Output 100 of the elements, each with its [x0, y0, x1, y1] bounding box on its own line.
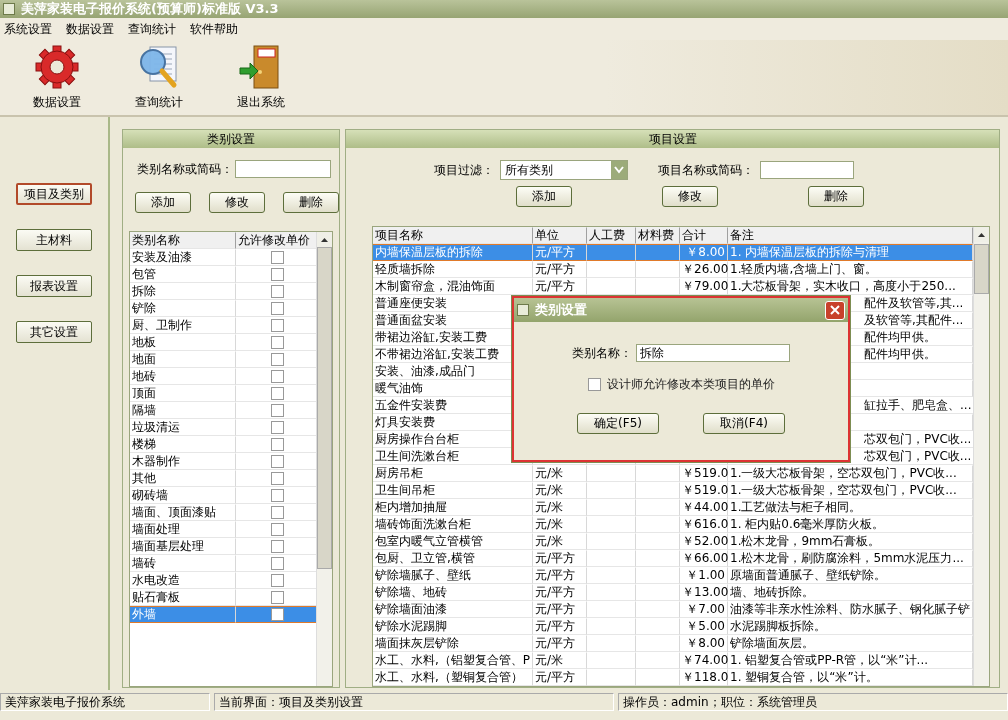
checkbox[interactable]	[271, 285, 284, 298]
table-cell	[587, 499, 636, 516]
checkbox[interactable]	[271, 268, 284, 281]
table-cell[interactable]: 铲除墙面油漆	[373, 601, 533, 618]
window-title: 美萍家装电子报价系统(预算师)标准版 V3.3	[21, 0, 279, 18]
table-cell[interactable]: 包管	[130, 266, 236, 283]
table-cell	[636, 635, 680, 652]
table-cell: 元/平方	[533, 261, 587, 278]
filter-dropdown[interactable]: 所有类别	[500, 160, 628, 180]
table-cell[interactable]: 水电改造	[130, 572, 236, 589]
category-name-field[interactable]: 拆除	[636, 344, 790, 362]
project-search-field[interactable]	[760, 161, 854, 179]
checkbox[interactable]	[271, 421, 284, 434]
toolbar-button[interactable]: 退出系统	[230, 44, 292, 115]
table-cell[interactable]: 墙面基层处理	[130, 538, 236, 555]
table-cell[interactable]: 水工、水料,（铝塑复合管、P	[373, 652, 533, 669]
up-arrow-icon[interactable]	[321, 237, 328, 242]
checkbox[interactable]	[271, 608, 284, 621]
nav-button[interactable]: 项目及类别	[16, 183, 92, 205]
nav-button[interactable]: 其它设置	[16, 321, 92, 343]
table-cell[interactable]: 地砖	[130, 368, 236, 385]
table-cell[interactable]: 包厨、卫立管,横管	[373, 550, 533, 567]
checkbox[interactable]	[271, 540, 284, 553]
status-text: 操作员：admin；职位：系统管理员	[618, 693, 1008, 711]
table-cell[interactable]: 轻质墙拆除	[373, 261, 533, 278]
checkbox[interactable]	[271, 302, 284, 315]
menu-item[interactable]: 软件帮助	[190, 20, 238, 38]
table-cell: 1. 塑铜复合管，以“米”计。	[728, 669, 973, 686]
table-cell[interactable]: 砌砖墙	[130, 487, 236, 504]
table-cell[interactable]: 包室内暖气立管横管	[373, 533, 533, 550]
system-menu-icon[interactable]	[3, 3, 15, 15]
action-button[interactable]: 修改	[209, 192, 265, 213]
table-cell[interactable]: 柜内增加抽屉	[373, 499, 533, 516]
table-cell[interactable]: 墙面处理	[130, 521, 236, 538]
checkbox[interactable]	[271, 404, 284, 417]
scrollbar-thumb[interactable]	[974, 244, 989, 294]
nav-button[interactable]: 主材料	[16, 229, 92, 251]
table-cell[interactable]: 厨房吊柜	[373, 465, 533, 482]
table-cell[interactable]: 地板	[130, 334, 236, 351]
table-cell	[587, 261, 636, 278]
checkbox[interactable]	[271, 455, 284, 468]
action-button[interactable]: 添加	[516, 186, 572, 207]
system-menu-icon[interactable]	[517, 304, 529, 316]
action-button[interactable]: 修改	[662, 186, 718, 207]
checkbox[interactable]	[271, 591, 284, 604]
table-cell: 元/米	[533, 533, 587, 550]
toolbar-button[interactable]: 查询统计	[128, 44, 190, 115]
checkbox[interactable]	[271, 251, 284, 264]
scrollbar[interactable]	[316, 232, 332, 686]
scrollbar-thumb[interactable]	[317, 247, 332, 569]
field-label: 项目名称或简码：	[658, 161, 754, 179]
action-button[interactable]: 删除	[808, 186, 864, 207]
table-cell[interactable]: 隔墙	[130, 402, 236, 419]
scrollbar[interactable]	[973, 227, 989, 686]
table-cell: 铲除墙面灰层。	[728, 635, 973, 652]
checkbox[interactable]	[271, 336, 284, 349]
checkbox[interactable]	[271, 557, 284, 570]
checkbox[interactable]	[271, 574, 284, 587]
toolbar-button[interactable]: 数据设置	[26, 44, 88, 115]
table-cell[interactable]: 墙砖	[130, 555, 236, 572]
table-cell[interactable]: 卫生间吊柜	[373, 482, 533, 499]
menu-item[interactable]: 数据设置	[66, 20, 114, 38]
checkbox[interactable]	[271, 319, 284, 332]
table-cell[interactable]: 墙砖饰面洗漱台柜	[373, 516, 533, 533]
checkbox[interactable]	[271, 370, 284, 383]
table-cell[interactable]: 墙面、顶面漆贴	[130, 504, 236, 521]
up-arrow-icon[interactable]	[978, 232, 985, 237]
table-cell[interactable]: 垃圾清运	[130, 419, 236, 436]
table-cell[interactable]: 楼梯	[130, 436, 236, 453]
table-cell[interactable]: 墙面抹灰层铲除	[373, 635, 533, 652]
table-cell[interactable]: 地面	[130, 351, 236, 368]
checkbox[interactable]	[271, 472, 284, 485]
checkbox[interactable]	[271, 523, 284, 536]
menu-item[interactable]: 查询统计	[128, 20, 176, 38]
checkbox[interactable]	[271, 506, 284, 519]
dialog-button[interactable]: 确定(F5)	[577, 413, 659, 434]
table-cell[interactable]: 安装及油漆	[130, 249, 236, 266]
table-cell[interactable]: 厨、卫制作	[130, 317, 236, 334]
close-button[interactable]	[825, 300, 845, 320]
table-cell[interactable]: 铲除墙腻子、壁纸	[373, 567, 533, 584]
action-button[interactable]: 添加	[135, 192, 191, 213]
menu-item[interactable]: 系统设置	[4, 20, 52, 38]
action-button[interactable]: 删除	[283, 192, 339, 213]
table-cell[interactable]: 拆除	[130, 283, 236, 300]
checkbox[interactable]	[271, 489, 284, 502]
table-cell[interactable]: 顶面	[130, 385, 236, 402]
table-cell[interactable]: 木器制作	[130, 453, 236, 470]
table-cell[interactable]: 铲除	[130, 300, 236, 317]
nav-button[interactable]: 报表设置	[16, 275, 92, 297]
checkbox[interactable]	[271, 387, 284, 400]
table-cell[interactable]: 水工、水料,（塑铜复合管）	[373, 669, 533, 686]
checkbox[interactable]	[271, 438, 284, 451]
table-cell[interactable]: 铲除水泥踢脚	[373, 618, 533, 635]
table-cell[interactable]: 铲除墙、地砖	[373, 584, 533, 601]
dialog-button[interactable]: 取消(F4)	[703, 413, 785, 434]
table-cell[interactable]: 其他	[130, 470, 236, 487]
category-search-field[interactable]	[235, 160, 331, 178]
table-cell	[587, 533, 636, 550]
checkbox[interactable]	[587, 378, 601, 391]
checkbox[interactable]	[271, 353, 284, 366]
